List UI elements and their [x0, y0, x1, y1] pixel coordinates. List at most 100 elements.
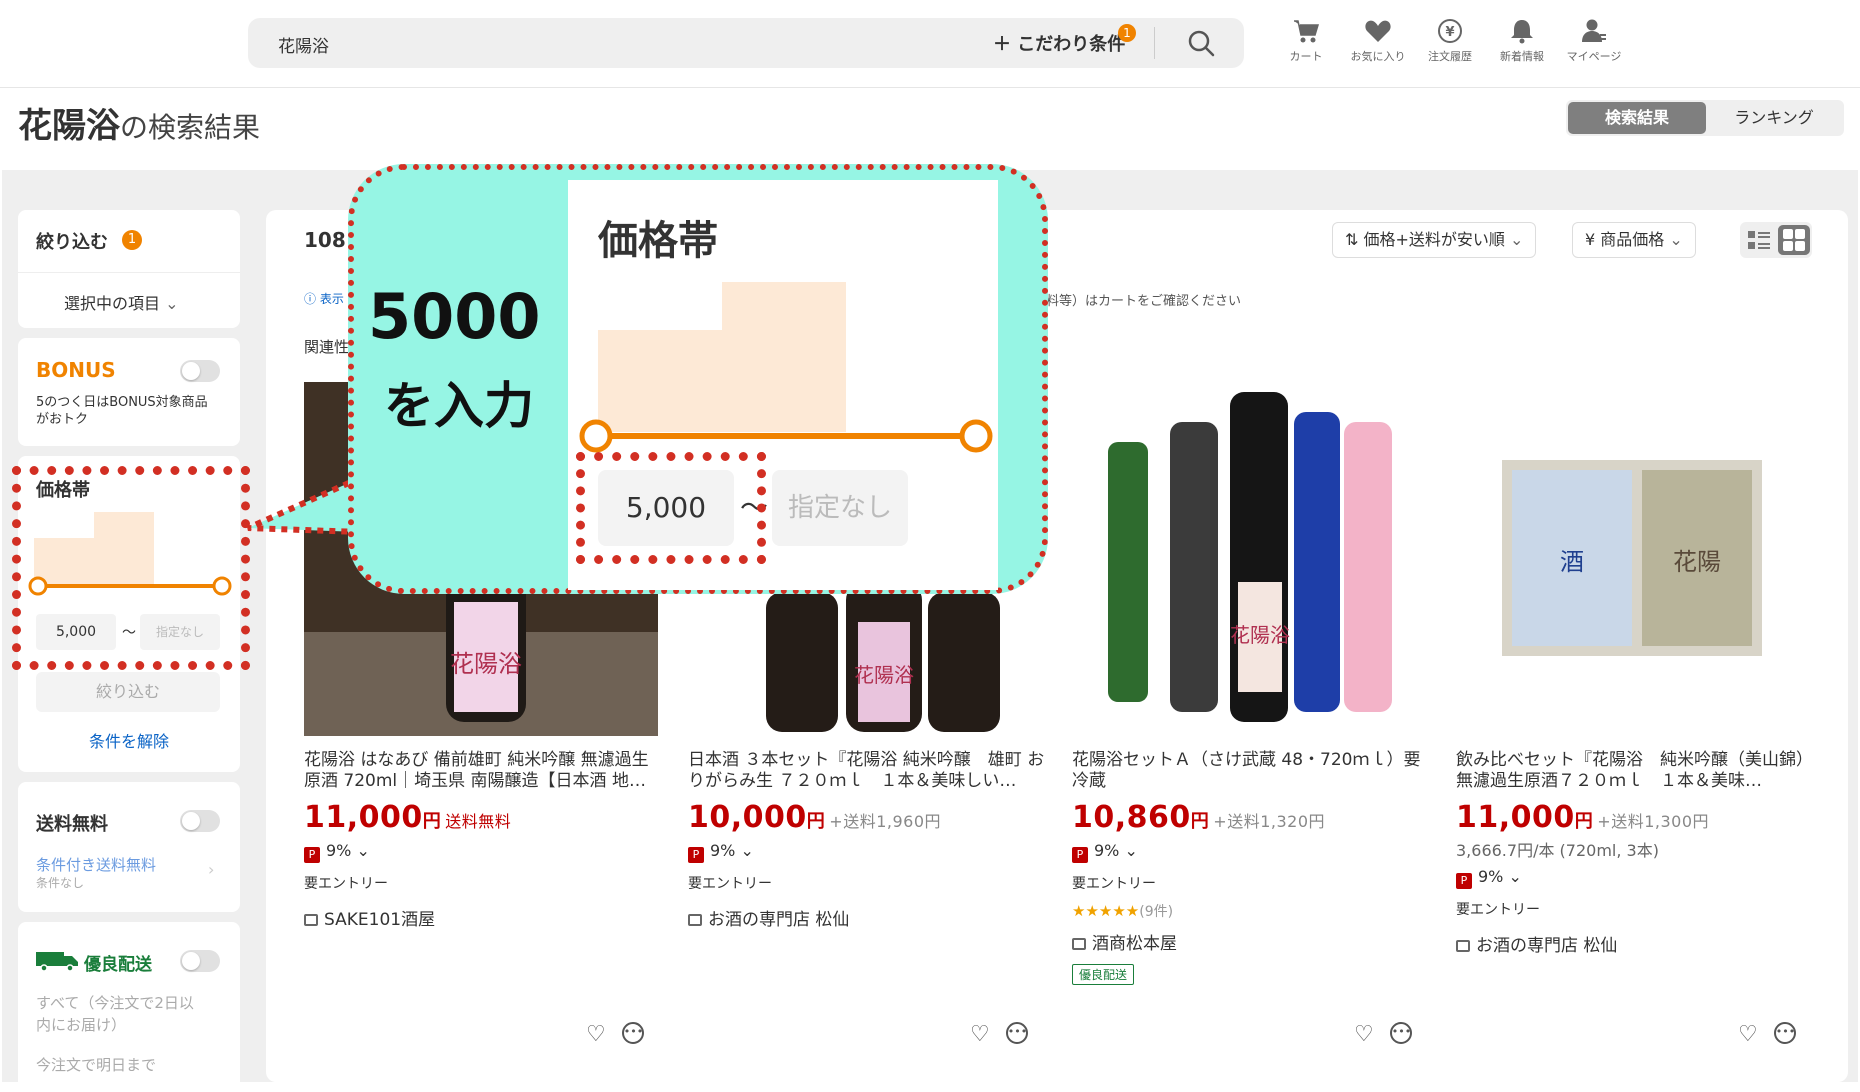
chevron-down-icon: ⌄ — [735, 841, 754, 860]
point-icon: P — [304, 847, 320, 863]
fast-delivery-title: 優良配送 — [84, 955, 152, 975]
shop-name[interactable]: 酒商松本屋 — [1072, 929, 1432, 954]
mypage-button[interactable]: マイページ — [1558, 18, 1630, 64]
heart-icon — [1365, 20, 1391, 42]
highlight-frame-zoom — [576, 452, 766, 564]
product-image-3[interactable]: 花陽浴 — [1090, 382, 1444, 736]
shop-name[interactable]: お酒の専門店 松仙 — [688, 905, 1048, 930]
price-type-dropdown[interactable]: ¥ 商品価格 ⌄ — [1572, 222, 1696, 258]
product-price: 11,000円 +送料1,300円 — [1456, 800, 1816, 835]
product-actions: ♡ ••• — [586, 1022, 644, 1047]
shop-icon — [1072, 938, 1086, 950]
notice-link[interactable]: ⓘ 表示 — [304, 290, 344, 307]
view-tabs: 検索結果 ランキング — [1566, 100, 1844, 136]
product-card[interactable]: 花陽浴 はなあび 備前雄町 純米吟醸 無濾過生原酒 720ml｜埼玉県 南陽醸造… — [304, 750, 664, 930]
conditional-free-shipping-link[interactable]: 条件付き送料無料 — [36, 854, 156, 875]
search-input[interactable]: 花陽浴 — [278, 32, 329, 57]
notifications-label: 新着情報 — [1500, 50, 1544, 63]
product-title[interactable]: 飲み比べセット『花陽浴 純米吟醸（美山錦）無濾過生原酒７２０ｍｌ １本＆美味… — [1456, 750, 1816, 792]
product-card[interactable]: 日本酒 ３本セット『花陽浴 純米吟醸 雄町 おりがらみ生 ７２０ｍｌ １本＆美味… — [688, 750, 1048, 930]
price-value: 10,860 — [1072, 800, 1191, 835]
product-actions: ♡ ••• — [1354, 1022, 1412, 1047]
fast-delivery-description: すべて（今注文で2日以内にお届け） — [36, 994, 194, 1034]
svg-text:¥: ¥ — [1445, 25, 1454, 40]
apply-filter-button[interactable]: 絞り込む — [36, 672, 220, 712]
favorite-icon[interactable]: ♡ — [1354, 1022, 1374, 1047]
bonus-title: BONUS — [36, 358, 116, 382]
free-shipping-toggle[interactable] — [180, 810, 220, 832]
product-image-4[interactable]: 酒 花陽 — [1502, 460, 1762, 656]
cart-button[interactable]: カート — [1270, 18, 1342, 64]
favorite-icon[interactable]: ♡ — [970, 1022, 990, 1047]
view-switch — [1740, 222, 1812, 258]
more-options-icon[interactable]: ••• — [1389, 1022, 1412, 1044]
product-price: 10,000円 +送料1,960円 — [688, 800, 1048, 835]
favorite-icon[interactable]: ♡ — [1738, 1022, 1758, 1047]
grid-view-icon — [1783, 229, 1805, 251]
point-icon: P — [688, 847, 704, 863]
more-options-icon[interactable]: ••• — [1005, 1022, 1028, 1044]
favorites-button[interactable]: お気に入り — [1342, 18, 1414, 64]
search-divider — [1154, 27, 1155, 59]
search-icon[interactable] — [1186, 28, 1216, 58]
sort-dropdown[interactable]: ⇅ 価格+送料が安い順 ⌄ — [1332, 222, 1537, 258]
fast-delivery-card: 優良配送 すべて（今注文で2日以内にお届け） 今注文で明日まで — [18, 922, 240, 1092]
point-value: 9% — [1478, 867, 1504, 886]
point-rate[interactable]: P 9% ⌄ — [304, 841, 664, 863]
shop-name[interactable]: お酒の専門店 松仙 — [1456, 931, 1816, 956]
notifications-button[interactable]: 新着情報 — [1486, 18, 1558, 64]
chevron-down-icon: ⌄ — [351, 841, 370, 860]
shop-name[interactable]: SAKE101酒屋 — [304, 905, 664, 930]
divider — [18, 272, 240, 273]
search-bar[interactable]: 花陽浴 ＋ こだわり条件 1 — [248, 18, 1244, 68]
point-rate[interactable]: P 9% ⌄ — [688, 841, 1048, 863]
rating-count: (9件) — [1139, 904, 1174, 920]
product-card[interactable]: 花陽浴セットＡ（さけ武蔵 48・720ｍｌ）要冷蔵 10,860円 +送料1,32… — [1072, 750, 1432, 985]
entry-required: 要エントリー — [304, 876, 388, 892]
product-card[interactable]: 飲み比べセット『花陽浴 純米吟醸（美山錦）無濾過生原酒７２０ｍｌ １本＆美味… … — [1456, 750, 1816, 956]
order-history-button[interactable]: ¥ 注文履歴 — [1414, 18, 1486, 64]
shop-icon — [304, 914, 318, 926]
more-options-icon[interactable]: ••• — [1773, 1022, 1796, 1044]
shipping-text: +送料1,320円 — [1213, 812, 1325, 831]
product-title[interactable]: 花陽浴セットＡ（さけ武蔵 48・720ｍｌ）要冷蔵 — [1072, 750, 1432, 792]
svg-text:酒: 酒 — [1560, 548, 1584, 576]
product-title[interactable]: 日本酒 ３本セット『花陽浴 純米吟醸 雄町 おりがらみ生 ７２０ｍｌ １本＆美味… — [688, 750, 1048, 792]
fast-delivery-description-2: 今注文で明日まで — [36, 1056, 157, 1074]
tab-search-results[interactable]: 検索結果 — [1568, 102, 1706, 134]
bonus-description: 5のつく日はBONUS対象商品がおトク — [36, 395, 208, 427]
entry-required: 要エントリー — [1456, 902, 1540, 918]
rating[interactable]: ★★★★★(9件) — [1072, 901, 1432, 921]
conditions-badge: 1 — [1118, 24, 1136, 42]
svg-text:花陽: 花陽 — [1673, 548, 1721, 576]
shipping-text: +送料1,300円 — [1597, 812, 1709, 831]
free-shipping-card: 送料無料 条件付き送料無料 条件なし › — [18, 782, 240, 912]
query-text: 花陽浴 — [18, 106, 120, 146]
product-price: 11,000円 送料無料 — [304, 800, 664, 835]
fast-delivery-toggle[interactable] — [180, 950, 220, 972]
favorite-icon[interactable]: ♡ — [586, 1022, 606, 1047]
zoom-price-max: 指定なし — [772, 470, 908, 546]
conditions-button[interactable]: ＋ こだわり条件 — [993, 30, 1125, 56]
title-suffix: の検索結果 — [120, 111, 261, 144]
shop-label: SAKE101酒屋 — [324, 910, 436, 930]
point-rate[interactable]: P 9% ⌄ — [1456, 867, 1816, 889]
shop-icon — [1456, 940, 1470, 952]
user-icon — [1582, 19, 1606, 42]
bonus-toggle[interactable] — [180, 360, 220, 382]
product-actions: ♡ ••• — [1738, 1022, 1796, 1047]
favorites-label: お気に入り — [1350, 50, 1406, 63]
selected-items-dropdown[interactable]: 選択中の項目 ⌄ — [64, 290, 179, 314]
price-yen: 円 — [1574, 811, 1594, 832]
svg-text:花陽浴: 花陽浴 — [1230, 623, 1290, 647]
notice-prefix: 表示 — [319, 292, 344, 306]
product-title[interactable]: 花陽浴 はなあび 備前雄町 純米吟醸 無濾過生原酒 720ml｜埼玉県 南陽醸造… — [304, 750, 664, 792]
shipping-text: +送料1,960円 — [829, 812, 941, 831]
clear-conditions-link[interactable]: 条件を解除 — [18, 728, 240, 752]
tab-ranking[interactable]: ランキング — [1706, 102, 1842, 134]
bell-icon — [1511, 20, 1533, 44]
grid-view-button[interactable] — [1778, 225, 1810, 255]
point-rate[interactable]: P 9% ⌄ — [1072, 841, 1432, 863]
more-options-icon[interactable]: ••• — [621, 1022, 644, 1044]
list-view-icon[interactable] — [1748, 230, 1770, 250]
